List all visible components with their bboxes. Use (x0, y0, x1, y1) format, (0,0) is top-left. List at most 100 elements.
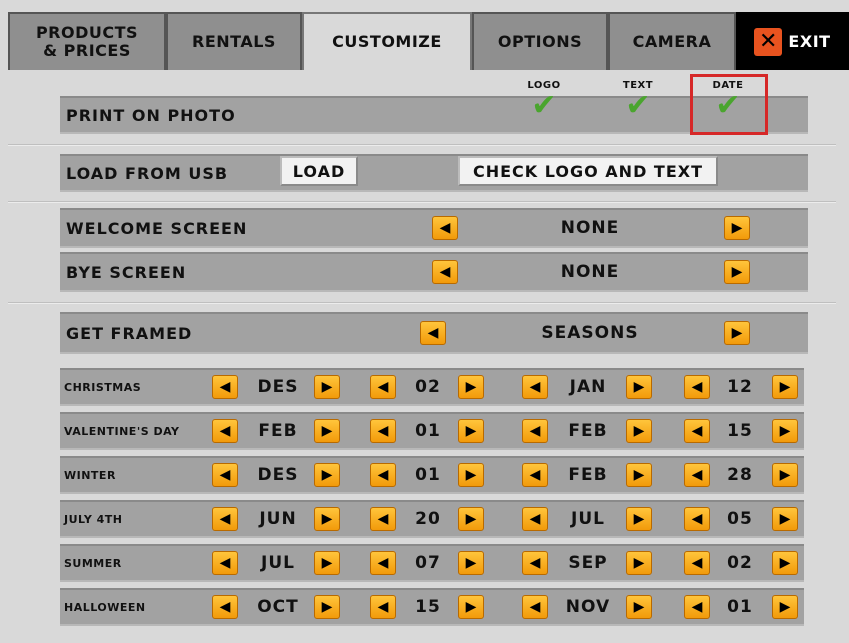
bye-prev-button[interactable]: ◀ (432, 260, 458, 284)
season-start-month-next-button[interactable]: ▶ (314, 463, 340, 487)
season-end-day-prev-button[interactable]: ◀ (684, 419, 710, 443)
season-end-month-value: FEB (568, 421, 608, 441)
left-arrow-icon: ◀ (219, 467, 231, 483)
season-start-month-value: FEB (258, 421, 298, 441)
season-start-month-prev-button[interactable]: ◀ (212, 375, 238, 399)
date-highlight-box (690, 74, 768, 135)
season-end-month-next-button[interactable]: ▶ (626, 507, 652, 531)
tab-rentals[interactable]: RENTALS (166, 12, 302, 70)
left-arrow-icon: ◀ (529, 423, 541, 439)
left-arrow-icon: ◀ (377, 423, 389, 439)
season-end-month-next-button[interactable]: ▶ (626, 463, 652, 487)
season-end-day-next-button[interactable]: ▶ (772, 551, 798, 575)
season-start-day-prev-button[interactable]: ◀ (370, 375, 396, 399)
season-start-day-prev-button[interactable]: ◀ (370, 463, 396, 487)
season-start-day-next-button[interactable]: ▶ (458, 419, 484, 443)
season-end-month-prev-button[interactable]: ◀ (522, 375, 548, 399)
season-end-day-prev-button[interactable]: ◀ (684, 595, 710, 619)
season-end-month-next-button[interactable]: ▶ (626, 375, 652, 399)
season-end-month-prev-button[interactable]: ◀ (522, 419, 548, 443)
framed-prev-button[interactable]: ◀ (420, 321, 446, 345)
close-icon: ✕ (754, 28, 783, 56)
season-start-month-prev-button[interactable]: ◀ (212, 507, 238, 531)
tab-customize[interactable]: CUSTOMIZE (302, 12, 472, 70)
right-arrow-icon: ▶ (465, 379, 477, 395)
season-start-month-next-button[interactable]: ▶ (314, 419, 340, 443)
right-arrow-icon: ▶ (779, 423, 791, 439)
framed-next-button[interactable]: ▶ (724, 321, 750, 345)
season-start-month-next-button[interactable]: ▶ (314, 551, 340, 575)
season-end-day-next-button[interactable]: ▶ (772, 463, 798, 487)
season-end-month-prev-button[interactable]: ◀ (522, 463, 548, 487)
tab-label: PRODUCTS & PRICES (35, 23, 139, 60)
season-end-month-prev-button[interactable]: ◀ (522, 595, 548, 619)
season-start-day-prev-button[interactable]: ◀ (370, 507, 396, 531)
season-end-day-next-button[interactable]: ▶ (772, 507, 798, 531)
season-end-month-next-button[interactable]: ▶ (626, 551, 652, 575)
right-arrow-icon: ▶ (779, 599, 791, 615)
check-icon: ✔ (625, 88, 651, 123)
season-end-month-value: NOV (565, 597, 611, 617)
season-end-day-prev-button[interactable]: ◀ (684, 375, 710, 399)
left-arrow-icon: ◀ (219, 555, 231, 571)
season-start-month-prev-button[interactable]: ◀ (212, 419, 238, 443)
season-end-month-prev-button[interactable]: ◀ (522, 507, 548, 531)
season-start-day-next-button[interactable]: ▶ (458, 463, 484, 487)
season-start-month-prev-button[interactable]: ◀ (212, 595, 238, 619)
load-button[interactable]: LOAD (280, 156, 358, 186)
season-start-day-prev-button[interactable]: ◀ (370, 551, 396, 575)
tab-label: CAMERA (632, 32, 712, 51)
left-arrow-icon: ◀ (529, 555, 541, 571)
season-start-month-next-button[interactable]: ▶ (314, 507, 340, 531)
season-start-day-next-button[interactable]: ▶ (458, 595, 484, 619)
season-end-day-prev-button[interactable]: ◀ (684, 507, 710, 531)
season-end-day-next-button[interactable]: ▶ (772, 419, 798, 443)
get-framed-label: GET FRAMED (66, 323, 193, 343)
season-end-month-value: SEP (568, 553, 608, 573)
right-arrow-icon: ▶ (779, 467, 791, 483)
check-logo-text-button[interactable]: CHECK LOGO AND TEXT (458, 156, 718, 186)
tab-options[interactable]: OPTIONS (472, 12, 608, 70)
season-start-day-prev-button[interactable]: ◀ (370, 595, 396, 619)
left-arrow-icon: ◀ (219, 379, 231, 395)
season-start-day-next-button[interactable]: ▶ (458, 375, 484, 399)
season-end-month-next-button[interactable]: ▶ (626, 419, 652, 443)
season-end-day-value: 05 (727, 509, 753, 529)
season-end-day-value: 02 (727, 553, 753, 573)
welcome-next-button[interactable]: ▶ (724, 216, 750, 240)
left-arrow-icon: ◀ (691, 555, 703, 571)
bye-next-button[interactable]: ▶ (724, 260, 750, 284)
right-arrow-icon: ▶ (633, 599, 645, 615)
season-end-month-value: FEB (568, 465, 608, 485)
season-end-day-next-button[interactable]: ▶ (772, 595, 798, 619)
right-arrow-icon: ▶ (731, 264, 743, 280)
exit-button[interactable]: ✕ EXIT (736, 12, 849, 70)
left-arrow-icon: ◀ (529, 467, 541, 483)
season-start-month-prev-button[interactable]: ◀ (212, 463, 238, 487)
tab-camera[interactable]: CAMERA (608, 12, 736, 70)
season-start-month-next-button[interactable]: ▶ (314, 375, 340, 399)
bye-label: BYE SCREEN (66, 262, 187, 282)
right-arrow-icon: ▶ (465, 423, 477, 439)
season-end-day-value: 28 (727, 465, 753, 485)
season-start-day-next-button[interactable]: ▶ (458, 507, 484, 531)
season-start-day-value: 02 (415, 377, 441, 397)
welcome-prev-button[interactable]: ◀ (432, 216, 458, 240)
print-on-photo-label: PRINT ON PHOTO (66, 105, 236, 125)
season-end-day-prev-button[interactable]: ◀ (684, 551, 710, 575)
season-start-day-next-button[interactable]: ▶ (458, 551, 484, 575)
season-start-day-prev-button[interactable]: ◀ (370, 419, 396, 443)
left-arrow-icon: ◀ (439, 264, 451, 280)
tab-products-prices[interactable]: PRODUCTS & PRICES (8, 12, 166, 70)
season-end-day-next-button[interactable]: ▶ (772, 375, 798, 399)
season-start-month-next-button[interactable]: ▶ (314, 595, 340, 619)
text-checkbox[interactable]: TEXT ✔ (608, 80, 668, 121)
season-start-month-prev-button[interactable]: ◀ (212, 551, 238, 575)
right-arrow-icon: ▶ (465, 555, 477, 571)
right-arrow-icon: ▶ (321, 555, 333, 571)
right-arrow-icon: ▶ (321, 599, 333, 615)
season-end-month-prev-button[interactable]: ◀ (522, 551, 548, 575)
season-end-month-next-button[interactable]: ▶ (626, 595, 652, 619)
logo-checkbox[interactable]: LOGO ✔ (514, 80, 574, 121)
season-end-day-prev-button[interactable]: ◀ (684, 463, 710, 487)
